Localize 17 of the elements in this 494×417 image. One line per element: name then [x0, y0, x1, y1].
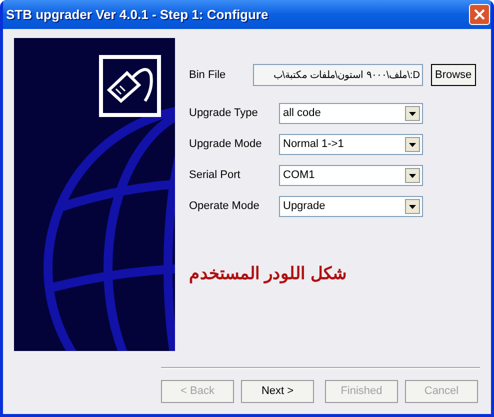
field-label: Upgrade Type — [189, 106, 259, 122]
window-title: STB upgrader Ver 4.0.1 - Step 1: Configure — [6, 6, 268, 24]
caption-text: شكل اللودر المستخدم — [189, 263, 346, 286]
field-label: Bin File — [189, 68, 227, 83]
dropdown[interactable]: all code — [279, 103, 423, 124]
field-label: Upgrade Mode — [189, 137, 263, 152]
network-plug-icon — [99, 55, 161, 117]
dropdown[interactable]: Normal 1->1 — [279, 134, 423, 155]
field-label: Operate Mode — [189, 199, 260, 214]
dropdown[interactable]: COM1 — [279, 165, 423, 186]
dropdown[interactable]: Upgrade — [279, 196, 423, 217]
browse-button[interactable]: Browse — [431, 64, 476, 86]
field-label: Serial Port — [189, 168, 242, 184]
close-icon — [474, 9, 485, 20]
wizard-button[interactable]: Next > — [241, 380, 314, 403]
bin-file-field[interactable]: D:\ملف\٩٠٠٠ استون\ملفات مكتبة\ب — [253, 64, 423, 86]
close-button[interactable] — [469, 4, 490, 25]
